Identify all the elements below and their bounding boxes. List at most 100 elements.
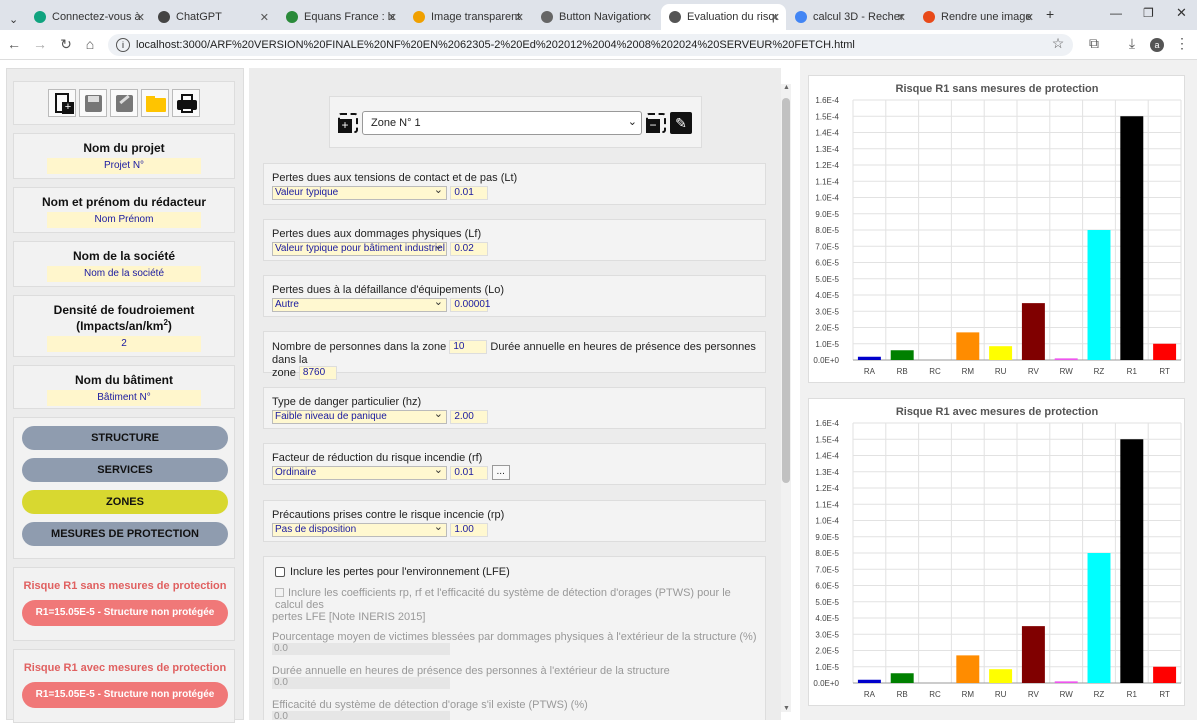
- tab-close-icon[interactable]: ✕: [897, 11, 906, 24]
- lo-value-input[interactable]: 0.00001: [450, 297, 491, 312]
- lfe-checkbox[interactable]: [275, 567, 285, 577]
- browser-tab[interactable]: calcul 3D - Recherche✕: [787, 4, 912, 30]
- nav-services-button[interactable]: SERVICES: [22, 458, 228, 482]
- y-tick-label: 7.0E-5: [815, 242, 839, 251]
- rf-details-button[interactable]: ...: [491, 465, 510, 481]
- nav-zones-button[interactable]: ZONES: [22, 490, 228, 514]
- tab-title: Rendre une image tr: [941, 11, 1031, 23]
- tab-close-icon[interactable]: ✕: [388, 11, 397, 24]
- risk-without-button[interactable]: R1=15.05E-5 - Structure non protégée: [22, 600, 228, 626]
- url-text: localhost:3000/ARF%20VERSION%20FINALE%20…: [136, 39, 855, 51]
- lfe-injured-percent-input[interactable]: 0.0: [272, 643, 450, 655]
- section-lf: Pertes dues aux dommages physiques (Lf) …: [263, 219, 766, 261]
- minimize-icon[interactable]: —: [1110, 6, 1122, 20]
- browser-tab[interactable]: Image transparente ✕: [405, 4, 530, 30]
- extensions-icon[interactable]: ⧉: [1084, 35, 1104, 52]
- tab-close-icon[interactable]: ✕: [260, 11, 269, 24]
- author-name-input[interactable]: Nom Prénom: [47, 212, 201, 228]
- building-name-input[interactable]: Bâtiment N°: [47, 390, 201, 406]
- y-tick-label: 4.0E-5: [815, 614, 839, 623]
- tab-favicon-icon: [795, 11, 807, 23]
- density-input[interactable]: 2: [47, 336, 201, 352]
- tab-list-button[interactable]: ⌄: [4, 6, 24, 32]
- reload-icon[interactable]: ↻: [56, 36, 76, 53]
- page-content: + Nom du projet Projet N° Nom et prénom …: [0, 60, 1197, 723]
- forward-arrow-icon[interactable]: →: [30, 36, 50, 52]
- save-disk-icon[interactable]: [79, 89, 107, 117]
- presence-duration-input[interactable]: 8760: [298, 366, 337, 380]
- scroll-down-icon[interactable]: ▼: [783, 705, 790, 712]
- persons-count-input[interactable]: 10: [449, 340, 488, 354]
- printer-icon[interactable]: [172, 89, 200, 117]
- x-tick-label: RB: [897, 367, 908, 376]
- rf-select[interactable]: Ordinaire: [272, 464, 447, 480]
- restore-icon[interactable]: ❐: [1143, 6, 1154, 20]
- lfe-ptws-input[interactable]: 0.0: [272, 711, 450, 720]
- remove-zone-icon[interactable]: −: [646, 113, 666, 133]
- nav-structure-button[interactable]: STRUCTURE: [22, 426, 228, 450]
- chart-title: Risque R1 avec mesures de protection: [896, 406, 1099, 418]
- author-name-card: Nom et prénom du rédacteur Nom Prénom: [13, 187, 235, 233]
- edit-zone-icon[interactable]: ✎: [670, 112, 692, 134]
- company-name-input[interactable]: Nom de la société: [47, 266, 201, 282]
- tab-favicon-icon: [413, 11, 425, 23]
- lf-title: Pertes dues aux dommages physiques (Lf): [272, 228, 482, 240]
- tab-favicon-icon: [34, 11, 46, 23]
- nav-protection-button[interactable]: MESURES DE PROTECTION: [22, 522, 228, 546]
- risk-with-button[interactable]: R1=15.05E-5 - Structure non protégée: [22, 682, 228, 708]
- rp-value-input[interactable]: 1.00: [450, 522, 489, 537]
- tab-close-icon[interactable]: ✕: [515, 11, 524, 24]
- hz-select[interactable]: Faible niveau de panique: [272, 408, 447, 424]
- y-tick-label: 0.0E+0: [813, 356, 839, 365]
- browser-tab[interactable]: Rendre une image tr✕: [915, 4, 1040, 30]
- scrollbar-thumb[interactable]: [782, 98, 790, 483]
- lt-value-input[interactable]: 0.01: [450, 185, 489, 200]
- tab-close-icon[interactable]: ✕: [643, 11, 652, 24]
- y-tick-label: 6.0E-5: [815, 259, 839, 268]
- add-zone-icon[interactable]: +: [338, 113, 358, 133]
- close-window-icon[interactable]: ✕: [1176, 5, 1187, 21]
- new-file-plus-icon[interactable]: +: [48, 89, 76, 117]
- lf-select[interactable]: Valeur typique pour bâtiment industriel: [272, 240, 447, 256]
- y-tick-label: 3.0E-5: [815, 307, 839, 316]
- url-field[interactable]: i localhost:3000/ARF%20VERSION%20FINALE%…: [108, 34, 1073, 56]
- lf-value-input[interactable]: 0.02: [450, 241, 489, 256]
- browser-tab[interactable]: ChatGPT ✕: [150, 4, 275, 30]
- y-tick-label: 1.1E-4: [815, 500, 839, 509]
- bar-RU: [989, 669, 1013, 683]
- lfe-coefficients-checkbox[interactable]: [275, 588, 284, 597]
- bar-RZ: [1087, 553, 1111, 683]
- tab-close-icon[interactable]: ✕: [136, 11, 145, 24]
- rp-select[interactable]: Pas de disposition: [272, 521, 447, 537]
- hz-value-input[interactable]: 2.00: [450, 409, 489, 424]
- y-tick-label: 9.0E-5: [815, 210, 839, 219]
- open-folder-icon[interactable]: [141, 89, 169, 117]
- lo-select[interactable]: Autre: [272, 296, 447, 312]
- bookmark-star-icon[interactable]: ☆: [1048, 35, 1068, 52]
- download-icon[interactable]: ⤓: [1122, 35, 1142, 52]
- new-tab-plus-icon[interactable]: +: [1046, 6, 1054, 22]
- browser-tab[interactable]: Button Navigation ✕: [533, 4, 658, 30]
- scroll-up-icon[interactable]: ▲: [783, 84, 790, 91]
- rf-value-input[interactable]: 0.01: [450, 465, 489, 480]
- kebab-menu-icon[interactable]: ⋮: [1172, 35, 1192, 52]
- browser-tab[interactable]: Equans France : lead✕: [278, 4, 403, 30]
- lt-select[interactable]: Valeur typique: [272, 184, 447, 200]
- back-arrow-icon[interactable]: ←: [4, 36, 24, 52]
- site-info-icon[interactable]: i: [116, 38, 130, 52]
- save-as-disk-icon[interactable]: [110, 89, 138, 117]
- project-name-input[interactable]: Projet N°: [47, 158, 201, 174]
- y-tick-label: 5.0E-5: [815, 275, 839, 284]
- browser-tab[interactable]: Evaluation du risque ✕: [661, 4, 786, 30]
- tab-close-icon[interactable]: ✕: [771, 11, 780, 24]
- y-tick-label: 1.0E-4: [815, 517, 839, 526]
- zone-select[interactable]: Zone N° 1 ⌄: [362, 111, 642, 135]
- browser-tab[interactable]: Connectez-vous à v ✕: [26, 4, 151, 30]
- tab-favicon-icon: [923, 11, 935, 23]
- tab-close-icon[interactable]: ✕: [1025, 11, 1034, 24]
- home-icon[interactable]: ⌂: [80, 36, 100, 52]
- profile-avatar[interactable]: a: [1150, 38, 1164, 52]
- y-tick-label: 1.6E-4: [815, 419, 839, 428]
- lfe-outside-presence-input[interactable]: 0.0: [272, 677, 450, 689]
- middle-scrollbar[interactable]: ▲ ▼: [781, 84, 791, 712]
